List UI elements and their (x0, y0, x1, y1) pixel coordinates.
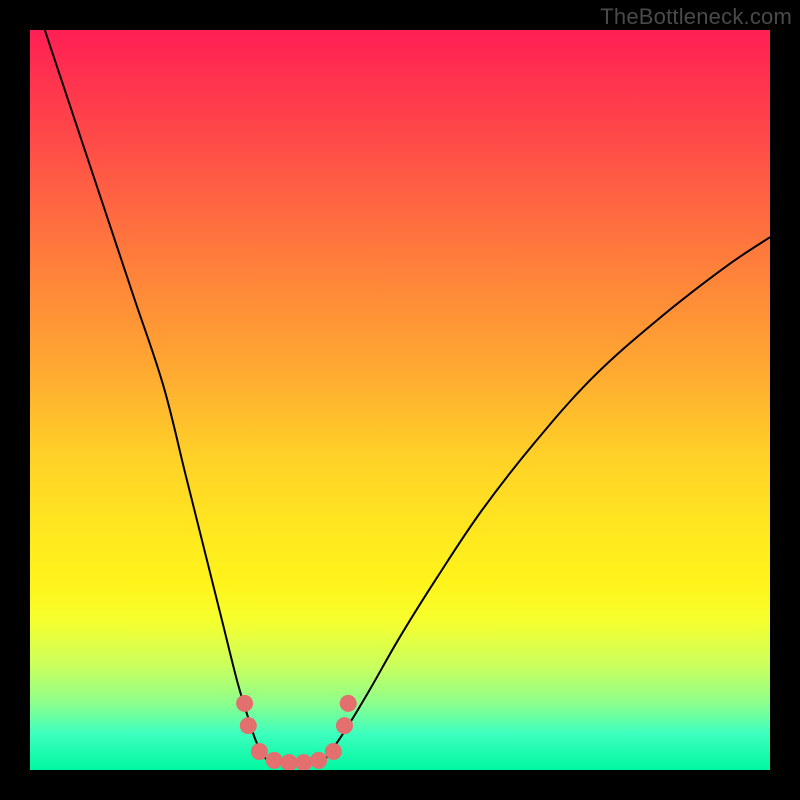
marker-dot (251, 744, 267, 760)
marker-dot (325, 744, 341, 760)
curve-right-branch (315, 237, 770, 766)
marker-dot (266, 752, 282, 768)
marker-dot (340, 695, 356, 711)
marker-dot (237, 695, 253, 711)
curve-left-branch (45, 30, 278, 766)
marker-group (237, 695, 357, 770)
marker-dot (240, 718, 256, 734)
chart-area (30, 30, 770, 770)
marker-dot (311, 752, 327, 768)
marker-dot (337, 718, 353, 734)
watermark-text: TheBottleneck.com (600, 4, 792, 30)
marker-dot (296, 755, 312, 770)
marker-dot (281, 755, 297, 770)
plot-svg (30, 30, 770, 770)
